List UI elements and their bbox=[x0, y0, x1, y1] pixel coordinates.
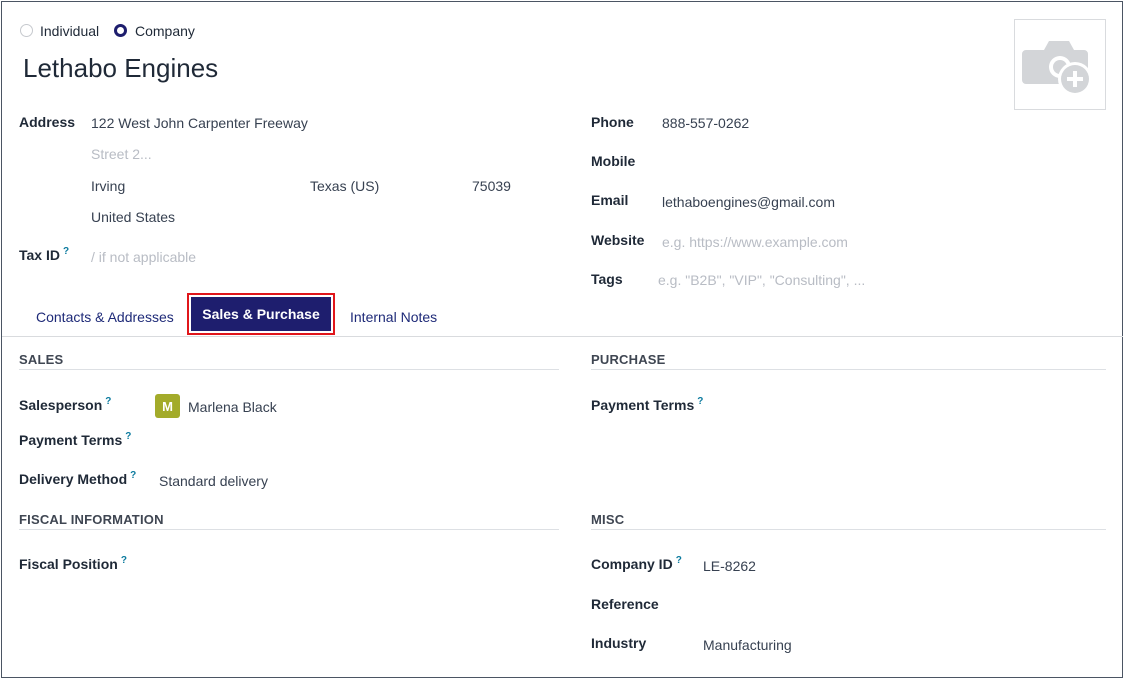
street-field[interactable]: 122 West John Carpenter Freeway bbox=[91, 115, 308, 131]
salesperson-avatar: M bbox=[155, 394, 180, 418]
email-label: Email bbox=[591, 192, 629, 208]
purchase-section-title: PURCHASE bbox=[591, 352, 666, 367]
sales-section-title: SALES bbox=[19, 352, 64, 367]
salesperson-label-text: Salesperson bbox=[19, 397, 103, 413]
company-radio[interactable] bbox=[114, 24, 127, 37]
salesperson-field[interactable]: Marlena Black bbox=[188, 399, 277, 415]
fiscal-section-rule bbox=[19, 529, 559, 530]
form-frame bbox=[1, 1, 1123, 678]
tags-label: Tags bbox=[591, 271, 623, 287]
tab-sales-purchase[interactable]: Sales & Purchase bbox=[187, 293, 335, 335]
tab-sales-purchase-label: Sales & Purchase bbox=[202, 306, 320, 322]
fiscal-position-help-icon[interactable]: ? bbox=[121, 555, 127, 566]
camera-plus-icon bbox=[1022, 41, 1092, 96]
sales-payment-terms-label-text: Payment Terms bbox=[19, 432, 123, 448]
salesperson-help-icon[interactable]: ? bbox=[105, 396, 111, 407]
sales-payment-terms-help-icon[interactable]: ? bbox=[125, 431, 131, 442]
city-field[interactable]: Irving bbox=[91, 178, 125, 194]
zip-field[interactable]: 75039 bbox=[472, 178, 511, 194]
industry-label: Industry bbox=[591, 635, 647, 651]
fiscal-section-title: FISCAL INFORMATION bbox=[19, 512, 164, 527]
purchase-payment-terms-help-icon[interactable]: ? bbox=[697, 396, 703, 407]
tax-id-label: Tax ID? bbox=[19, 246, 69, 263]
company-id-help-icon[interactable]: ? bbox=[676, 555, 682, 566]
website-field[interactable]: e.g. https://www.example.com bbox=[662, 234, 848, 250]
email-field[interactable]: lethaboengines@gmail.com bbox=[662, 194, 835, 210]
tabs-divider bbox=[2, 336, 1123, 337]
phone-field[interactable]: 888-557-0262 bbox=[662, 115, 749, 131]
tab-contacts-addresses[interactable]: Contacts & Addresses bbox=[36, 309, 174, 325]
partner-name-field[interactable]: Lethabo Engines bbox=[23, 53, 218, 84]
tax-id-field[interactable]: / if not applicable bbox=[91, 249, 196, 265]
industry-field[interactable]: Manufacturing bbox=[703, 637, 792, 653]
purchase-payment-terms-label-text: Payment Terms bbox=[591, 397, 695, 413]
fiscal-position-label: Fiscal Position? bbox=[19, 555, 127, 572]
individual-radio[interactable] bbox=[20, 24, 33, 37]
phone-label: Phone bbox=[591, 114, 634, 130]
purchase-section-rule bbox=[591, 369, 1106, 370]
tax-id-label-text: Tax ID bbox=[19, 247, 60, 263]
tags-field[interactable]: e.g. "B2B", "VIP", "Consulting", ... bbox=[658, 272, 865, 288]
delivery-method-label: Delivery Method? bbox=[19, 470, 136, 487]
purchase-payment-terms-label: Payment Terms? bbox=[591, 396, 703, 413]
misc-section-title: MISC bbox=[591, 512, 625, 527]
company-id-field[interactable]: LE-8262 bbox=[703, 558, 756, 574]
image-upload-box[interactable] bbox=[1014, 19, 1106, 110]
mobile-label: Mobile bbox=[591, 153, 636, 169]
website-label: Website bbox=[591, 232, 645, 248]
tab-sales-purchase-inner: Sales & Purchase bbox=[191, 297, 331, 331]
sales-payment-terms-label: Payment Terms? bbox=[19, 431, 131, 448]
salesperson-avatar-initial: M bbox=[162, 398, 173, 414]
street2-field[interactable]: Street 2... bbox=[91, 146, 152, 162]
individual-label[interactable]: Individual bbox=[40, 23, 99, 39]
delivery-method-label-text: Delivery Method bbox=[19, 471, 128, 487]
tab-internal-notes[interactable]: Internal Notes bbox=[350, 309, 437, 325]
misc-section-rule bbox=[591, 529, 1106, 530]
state-field[interactable]: Texas (US) bbox=[310, 178, 379, 194]
sales-section-rule bbox=[19, 369, 559, 370]
delivery-method-help-icon[interactable]: ? bbox=[130, 470, 136, 481]
country-field[interactable]: United States bbox=[91, 209, 175, 225]
company-label[interactable]: Company bbox=[135, 23, 195, 39]
salesperson-label: Salesperson? bbox=[19, 396, 111, 413]
delivery-method-field[interactable]: Standard delivery bbox=[159, 473, 268, 489]
fiscal-position-label-text: Fiscal Position bbox=[19, 556, 118, 572]
reference-label: Reference bbox=[591, 596, 659, 612]
tax-id-help-icon[interactable]: ? bbox=[63, 246, 69, 257]
address-label: Address bbox=[19, 114, 76, 130]
company-id-label: Company ID? bbox=[591, 555, 682, 572]
company-id-label-text: Company ID bbox=[591, 556, 673, 572]
